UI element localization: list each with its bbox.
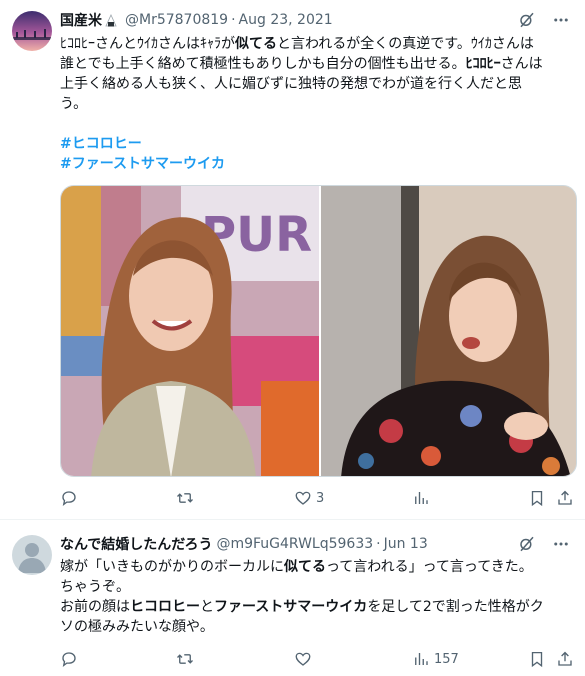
- author-name[interactable]: なんで結婚したんだろう: [60, 534, 212, 554]
- bookmark-button[interactable]: [528, 489, 546, 507]
- tweet-2[interactable]: なんで結婚したんだろう @m9FuG4RWLq59633 · Jun 13 嫁が…: [0, 522, 585, 676]
- photo-left[interactable]: PUR: [61, 186, 319, 476]
- like-button[interactable]: [294, 650, 316, 668]
- tweet-1[interactable]: 国産米 @Mr57870819 · Aug 23, 2021 ﾋｺﾛﾋｰさんとｳ…: [0, 0, 585, 520]
- more-icon[interactable]: [551, 10, 571, 30]
- rice-ball-emoji-icon: [105, 13, 117, 27]
- share-button[interactable]: [556, 489, 574, 507]
- author-handle[interactable]: @m9FuG4RWLq59633: [216, 536, 373, 552]
- reply-icon: [62, 491, 76, 506]
- share-button[interactable]: [556, 650, 574, 668]
- text-line: 誰とでも上手く絡めて積極性もありしかも自分の個性も出せる。ﾋｺﾛﾋｰさんは: [60, 56, 543, 72]
- bookmark-icon: [531, 490, 543, 507]
- retweet-button[interactable]: [176, 489, 198, 507]
- author-avatar[interactable]: [12, 11, 52, 51]
- tweet-actions: 3: [60, 488, 575, 508]
- share-icon: [558, 490, 572, 505]
- views-icon: [415, 492, 428, 504]
- like-icon: [295, 491, 311, 505]
- tweet-text: ﾋｺﾛﾋｰさんとｳｲｶさんはｷｬﾗが似てると言われるが全くの真逆です。ｳｲｶさん…: [60, 34, 573, 174]
- views-button[interactable]: 157: [412, 650, 459, 668]
- tweet-date[interactable]: Jun 13: [384, 536, 428, 552]
- author-avatar[interactable]: [12, 535, 52, 575]
- tweet-header: なんで結婚したんだろう @m9FuG4RWLq59633 · Jun 13: [60, 534, 571, 554]
- retweet-icon: [177, 654, 193, 664]
- views-count: 157: [434, 651, 459, 667]
- views-button[interactable]: [412, 489, 434, 507]
- author-handle[interactable]: @Mr57870819: [125, 12, 228, 28]
- text-line: ちゃうぞ。: [60, 579, 130, 595]
- reply-button[interactable]: [60, 489, 82, 507]
- like-button[interactable]: 3: [294, 489, 324, 507]
- photo-right[interactable]: [321, 186, 576, 476]
- text-line: お前の顔はヒコロヒーとファーストサマーウイカを足して2で割った性格がク: [60, 599, 544, 615]
- separator-dot: ·: [376, 536, 381, 552]
- author-name[interactable]: 国産米: [60, 10, 102, 30]
- views-icon: [415, 653, 428, 665]
- bookmark-button[interactable]: [528, 650, 546, 668]
- text-line: 上手く絡める人も狭く、人に媚びずに独特の発想でわが道を行く人だと思: [60, 76, 522, 92]
- hashtag-link[interactable]: #ヒコロヒー: [60, 134, 573, 154]
- reply-button[interactable]: [60, 650, 82, 668]
- retweet-icon: [177, 493, 193, 503]
- separator-dot: ·: [231, 12, 236, 28]
- more-icon[interactable]: [551, 534, 571, 554]
- grok-icon[interactable]: [517, 534, 537, 554]
- tweet-media[interactable]: PUR: [60, 185, 577, 477]
- retweet-button[interactable]: [176, 650, 198, 668]
- text-line: う。: [60, 96, 88, 112]
- share-icon: [558, 651, 572, 666]
- like-count: 3: [316, 490, 325, 506]
- tweet-header: 国産米 @Mr57870819 · Aug 23, 2021: [60, 10, 571, 30]
- text-line: ソの極みみたいな顔や。: [60, 619, 214, 635]
- tweet-actions: 157: [60, 649, 575, 669]
- tweet-date[interactable]: Aug 23, 2021: [239, 12, 333, 28]
- tweet-text: 嫁が「いきものがかりのボーカルに似てるって言われる」って言ってきた。 ちゃうぞ。…: [60, 557, 573, 637]
- like-icon: [295, 652, 311, 666]
- hashtag-link[interactable]: #ファーストサマーウイカ: [60, 154, 573, 174]
- grok-icon[interactable]: [517, 10, 537, 30]
- text-line: ﾋｺﾛﾋｰさんとｳｲｶさんはｷｬﾗが似てると言われるが全くの真逆です。ｳｲｶさん…: [60, 36, 534, 52]
- text-line: 嫁が「いきものがかりのボーカルに似てるって言われる」って言ってきた。: [60, 559, 533, 575]
- bookmark-icon: [531, 651, 543, 668]
- reply-icon: [62, 652, 76, 667]
